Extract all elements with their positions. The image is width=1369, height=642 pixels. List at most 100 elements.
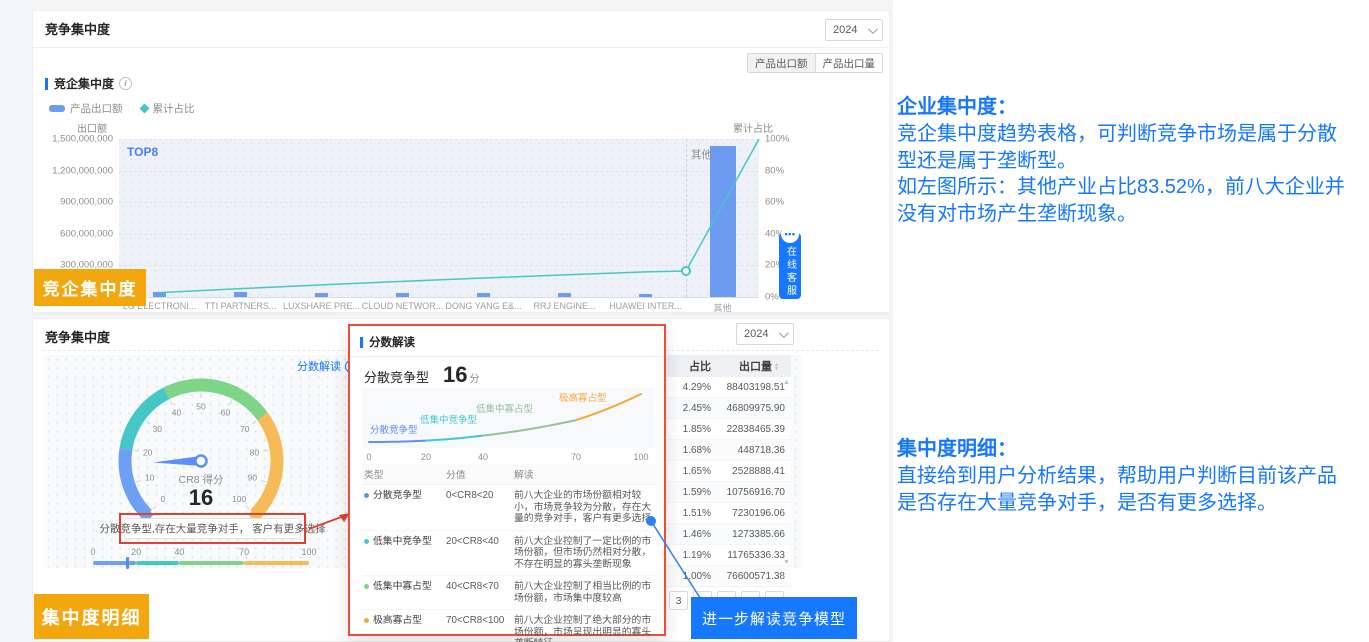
gauge-tick-mark bbox=[146, 421, 150, 424]
table-row[interactable]: 4.29%88403198.51 bbox=[661, 377, 791, 398]
cell-desc: 前八大企业控制了绝大部分的市场份额，市场呈现出明显的寡头垄断特征 bbox=[514, 615, 656, 642]
scroll-down-icon[interactable]: ▼ bbox=[783, 559, 790, 566]
year-select-value: 2024 bbox=[833, 24, 857, 36]
y-tick-right: 60% bbox=[765, 197, 784, 208]
table-header: 占比 出口量▲▼ bbox=[661, 355, 791, 377]
metric-toolbar: 产品出口额 产品出口量 bbox=[747, 53, 883, 73]
gauge-tick-label: 70 bbox=[240, 424, 250, 434]
slider-segment bbox=[244, 561, 309, 565]
slider-segment bbox=[179, 561, 244, 565]
legend-item-line[interactable]: 累计占比 bbox=[141, 101, 195, 116]
score-table: 类型 分值 解读 分散竞争型0<CR8<20前八大企业的市场份额相对较小，市场竞… bbox=[362, 464, 656, 642]
cell-desc: 前八大企业的市场份额相对较小，市场竞争较为分散，存在大量的竞争对手，客户有更多选… bbox=[514, 490, 656, 525]
cell-range: 0<CR8<20 bbox=[446, 490, 514, 502]
annotation-label-concentration-detail: 集中度明细 bbox=[34, 594, 149, 639]
cell-range: 40<CR8<70 bbox=[446, 581, 514, 593]
gauge-tick-mark bbox=[263, 450, 268, 451]
scroll-right-icon[interactable]: › bbox=[781, 571, 785, 583]
col-export-qty[interactable]: 出口量▲▼ bbox=[711, 358, 781, 374]
note-body: 直接给到用户分析结果，帮助用户判断目前该产品是否存在大量竞争对手，是否有更多选择… bbox=[897, 463, 1369, 516]
export-quantity-button[interactable]: 产品出口量 bbox=[816, 53, 884, 73]
cell-share: 1.68% bbox=[661, 445, 711, 456]
cell-export-qty: 46809975.90 bbox=[711, 403, 785, 414]
table-row[interactable]: 1.65%2528888.41 bbox=[661, 461, 791, 482]
topn-drag-handle[interactable] bbox=[682, 267, 690, 275]
screenshot-root: 竞争集中度 2024 产品出口额 产品出口量 竞企集中度 i 产品出口额 bbox=[0, 0, 1369, 642]
table-row[interactable]: 1.85%22838465.39 bbox=[661, 419, 791, 440]
dashboard-area: 竞争集中度 2024 产品出口额 产品出口量 竞企集中度 i 产品出口额 bbox=[0, 0, 893, 642]
gauge-result-tooltip: 分散竞争型,存在大量竞争对手， 客户有更多选择 bbox=[124, 518, 301, 539]
x-axis-label: 其他 bbox=[675, 301, 771, 314]
curve-label: 分散竞争型 bbox=[370, 422, 418, 436]
sort-desc-icon: ▼ bbox=[774, 367, 779, 371]
result-score: 16 bbox=[443, 362, 467, 388]
cell-share: 2.45% bbox=[661, 403, 711, 414]
gauge-tick-label: 20 bbox=[143, 447, 153, 457]
cell-type: 极高寡占型 bbox=[362, 615, 446, 627]
annotation-blue-dot bbox=[646, 516, 656, 526]
cell-share: 1.51% bbox=[661, 508, 711, 519]
scroll-up-icon[interactable]: ▲ bbox=[783, 379, 790, 386]
type-dot bbox=[364, 539, 369, 544]
note-line: 直接给到用户分析结果，帮助用户判断目前该产品 bbox=[897, 463, 1369, 490]
gauge-segment bbox=[255, 416, 277, 514]
export-amount-button[interactable]: 产品出口额 bbox=[747, 53, 816, 73]
gauge-tick-label: 80 bbox=[250, 447, 260, 457]
cell-share: 4.29% bbox=[661, 382, 711, 393]
annotation-red-box-tooltip: 分散竞争型,存在大量竞争对手， 客户有更多选择 bbox=[119, 513, 306, 544]
online-service-widget[interactable]: ••• 在线客服 bbox=[779, 233, 801, 299]
col-share[interactable]: 占比 bbox=[661, 358, 711, 374]
score-explain-text: 分数解读 bbox=[297, 358, 341, 374]
cell-export-qty: 448718.36 bbox=[711, 445, 785, 456]
gauge-tick-label: 100 bbox=[232, 494, 246, 504]
online-service-label: 在线客服 bbox=[783, 246, 798, 298]
info-icon[interactable]: i bbox=[119, 77, 132, 90]
cumulative-line bbox=[160, 139, 760, 293]
curve-tick-label: 0 bbox=[366, 452, 371, 462]
chart-legend: 产品出口额 累计占比 bbox=[49, 101, 195, 116]
gauge-tick-mark bbox=[252, 421, 256, 424]
curve-tick-label: 100 bbox=[633, 452, 648, 462]
note-heading: 企业集中度： bbox=[897, 94, 1369, 121]
note-line: 如左图所示：其他产业占比83.52%，前八大企业并 bbox=[897, 174, 1369, 201]
gauge-needle bbox=[153, 456, 201, 466]
score-table-header: 类型 分值 解读 bbox=[362, 464, 656, 485]
legend-item-bar[interactable]: 产品出口额 bbox=[49, 101, 123, 116]
year-select[interactable]: 2024 bbox=[736, 323, 794, 345]
table-row[interactable]: 1.68%448718.36 bbox=[661, 440, 791, 461]
cell-share: 1.59% bbox=[661, 487, 711, 498]
panel-title: 竞争集中度 bbox=[45, 327, 110, 346]
table-row[interactable]: 2.45%46809975.90 bbox=[661, 398, 791, 419]
gauge-tick-mark bbox=[153, 506, 157, 510]
slider-tick-label: 100 bbox=[301, 547, 316, 557]
curve-segment bbox=[369, 441, 426, 442]
cell-export-qty: 1273385.66 bbox=[711, 529, 785, 540]
gridline bbox=[119, 297, 759, 298]
chevron-down-icon bbox=[868, 24, 878, 34]
note-company-concentration: 企业集中度： 竞企集中度趋势表格，可判断竞争市场是属于分散型还是属于垄断型。如左… bbox=[897, 94, 1369, 227]
slider-handle[interactable] bbox=[126, 557, 129, 569]
col-range: 分值 bbox=[446, 467, 514, 481]
panel-title: 竞争集中度 bbox=[45, 19, 110, 38]
section-title-text: 竞企集中度 bbox=[54, 75, 114, 92]
gauge-tick-label: 50 bbox=[196, 402, 206, 412]
legend-diamond-swatch bbox=[139, 104, 149, 114]
popup-result: 分散竞争型 16 分 bbox=[364, 362, 480, 388]
curve-tick-label: 40 bbox=[478, 452, 488, 462]
gauge-value: 16 bbox=[189, 485, 213, 510]
year-select[interactable]: 2024 bbox=[825, 19, 883, 41]
note-concentration-detail: 集中度明细： 直接给到用户分析结果，帮助用户判断目前该产品是否存在大量竞争对手，… bbox=[897, 436, 1369, 516]
table-row[interactable]: 1.59%10756916.70 bbox=[661, 482, 791, 503]
note-line: 型还是属于垄断型。 bbox=[897, 148, 1369, 175]
result-score-unit: 分 bbox=[470, 370, 480, 385]
col-desc: 解读 bbox=[514, 467, 656, 481]
interpret-model-button[interactable]: 进一步解读竞争模型 bbox=[691, 597, 857, 639]
sort-icon[interactable]: ▲▼ bbox=[774, 363, 779, 371]
col-export-qty-label: 出口量 bbox=[739, 361, 772, 373]
score-table-row: 极高寡占型70<CR8<100前八大企业控制了绝大部分的市场份额，市场呈现出明显… bbox=[362, 610, 656, 642]
popup-header: 分数解读 bbox=[350, 326, 664, 357]
score-explain-popup: 分数解读 分散竞争型 16 分 分散竞争型低集中竞争型低集中寡占型极高寡占型 0… bbox=[348, 324, 666, 636]
y-tick-left: 1,500,000,000 bbox=[39, 134, 113, 145]
year-select-value: 2024 bbox=[744, 328, 768, 340]
note-heading: 集中度明细： bbox=[897, 436, 1369, 463]
